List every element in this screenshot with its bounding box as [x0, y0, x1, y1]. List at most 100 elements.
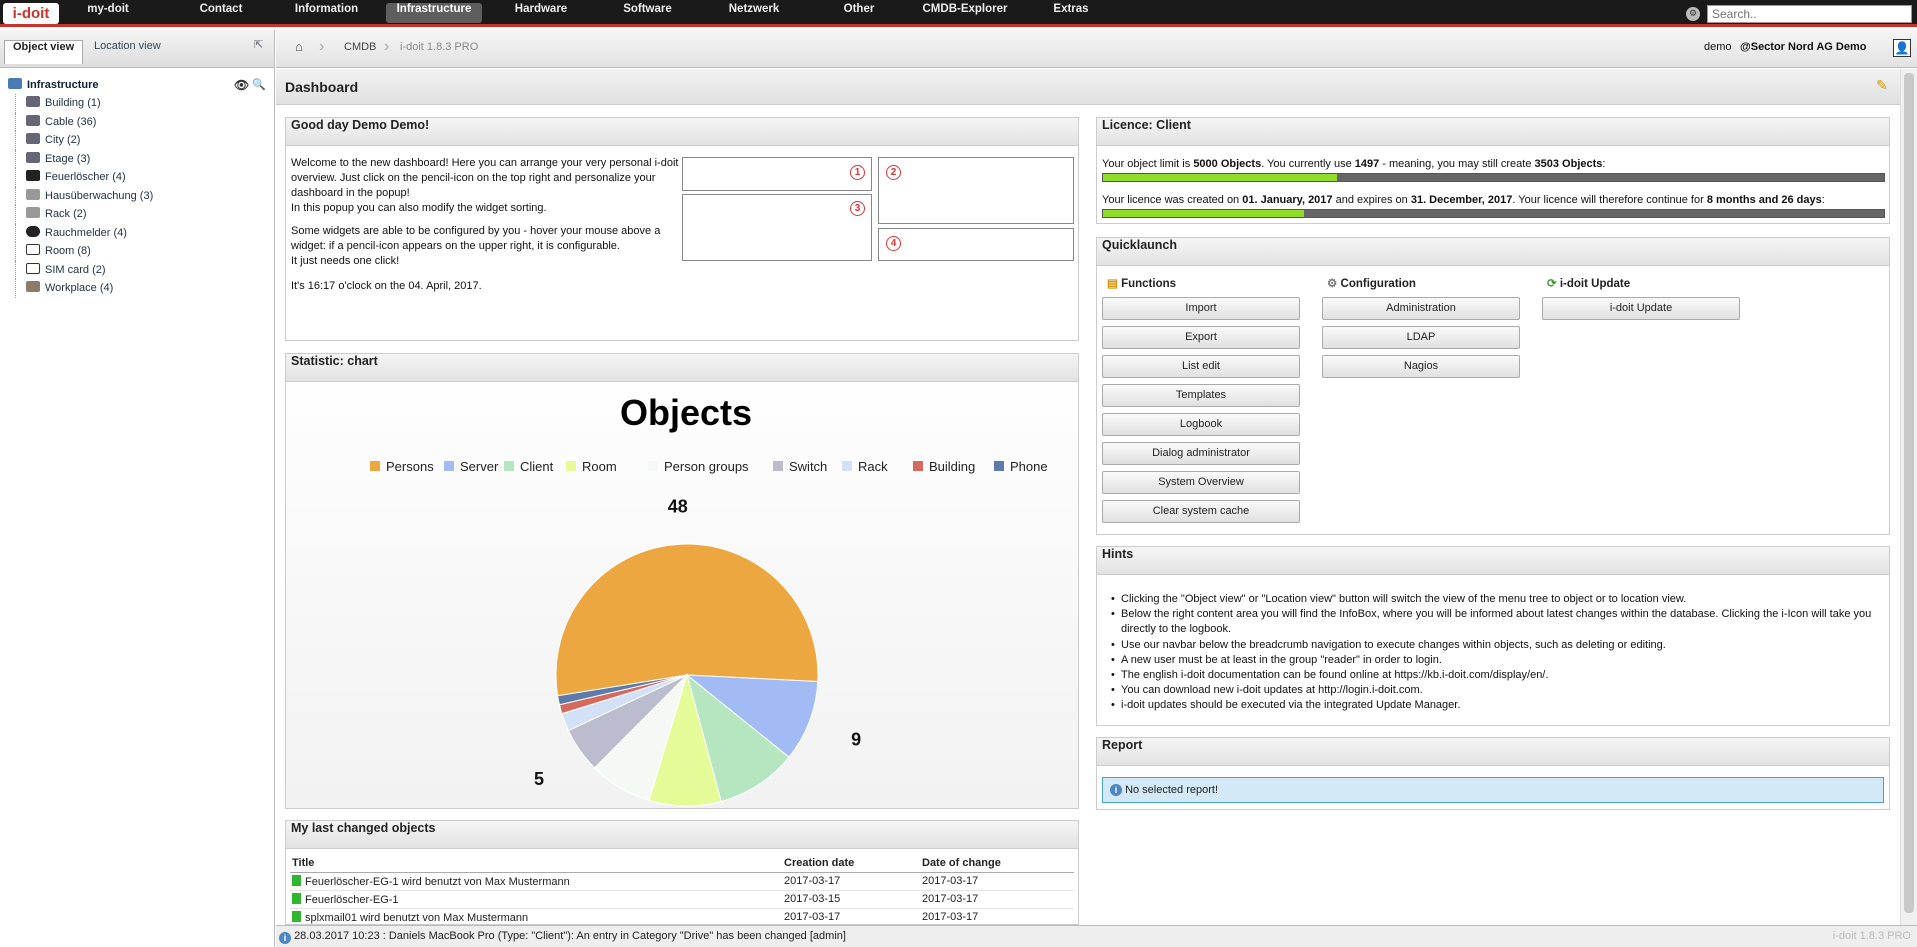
city-icon — [26, 133, 40, 144]
table-row[interactable]: splxmail01 wird benutzt von Max Musterma… — [290, 908, 1074, 924]
page-title: Dashboard — [285, 79, 359, 95]
administration-button[interactable]: Administration — [1322, 297, 1520, 320]
hints-widget: Hints Clicking the "Object view" or "Loc… — [1096, 546, 1890, 726]
nav-extras[interactable]: Extras — [1030, 3, 1112, 23]
breadcrumb-version: i-doit 1.8.3 PRO — [400, 41, 479, 53]
tree-item-building[interactable]: Building (1) — [8, 94, 274, 113]
nav-information[interactable]: Information — [284, 3, 369, 23]
layout-box-3: 3 — [682, 194, 872, 261]
list-edit-button[interactable]: List edit — [1102, 355, 1300, 378]
tree-item-sim-card[interactable]: SIM card (2) — [8, 260, 274, 280]
system-overview-button[interactable]: System Overview — [1102, 471, 1300, 494]
licence-limit-text: Your object limit is 5000 Objects. You c… — [1102, 158, 1606, 170]
status-square-icon — [292, 874, 301, 886]
hint-item: A new user must be at least in the group… — [1109, 653, 1879, 668]
edit-dashboard-pencil-icon[interactable]: ✎ — [1876, 79, 1890, 93]
data-label: 5 — [534, 769, 544, 789]
report-message: No selected report! — [1125, 784, 1218, 796]
vertical-scrollbar[interactable] — [1900, 69, 1917, 925]
logbook-info-icon[interactable]: i — [279, 932, 291, 944]
legend-item-client[interactable]: Client — [520, 459, 554, 474]
nav-software[interactable]: Software — [605, 3, 690, 23]
nav-my-doit[interactable]: my-doit — [68, 3, 148, 23]
layout-box-1: 1 — [682, 157, 872, 191]
hint-item: The english i-doit documentation can be … — [1109, 668, 1879, 683]
gear-icon: ⚙ — [1327, 278, 1338, 290]
nagios-button[interactable]: Nagios — [1322, 355, 1520, 378]
configuration-header: ⚙ Configuration — [1327, 278, 1416, 290]
tab-object-view[interactable]: Object view — [4, 40, 84, 64]
table-row[interactable]: Feuerlöscher-EG-1 2017-03-15 2017-03-17 — [290, 890, 1074, 909]
scrollbar-thumb[interactable] — [1904, 73, 1914, 913]
licence-period-text: Your licence was created on 01. January,… — [1102, 194, 1825, 206]
legend-swatch — [648, 461, 658, 471]
object-tree: Infrastructure 👁 🔍 Building (1) Cable (3… — [0, 68, 274, 298]
search-settings-icon[interactable]: ⚙ — [1686, 7, 1700, 21]
user-avatar-icon[interactable]: 👤 — [1893, 39, 1911, 57]
nav-hardware[interactable]: Hardware — [500, 3, 582, 23]
column-header-title[interactable]: Title — [290, 854, 782, 873]
tree-item-hausueberwachung[interactable]: Hausüberwachung (3) — [8, 186, 274, 206]
column-header-date-of-change[interactable]: Date of change — [920, 854, 1074, 873]
info-icon: i — [1110, 784, 1122, 796]
pie-slice-persons[interactable] — [555, 543, 819, 697]
nav-other[interactable]: Other — [818, 3, 900, 23]
legend-item-person-groups[interactable]: Person groups — [664, 459, 749, 474]
nav-cmdb-explorer[interactable]: CMDB-Explorer — [916, 3, 1014, 23]
eye-icon[interactable]: 👁 — [234, 76, 249, 94]
legend-item-phone[interactable]: Phone — [1010, 459, 1048, 474]
tree-item-rack[interactable]: Rack (2) — [8, 205, 274, 224]
breadcrumb-cmdb[interactable]: CMDB — [344, 41, 376, 53]
status-square-icon — [292, 892, 301, 904]
templates-button[interactable]: Templates — [1102, 384, 1300, 407]
current-user[interactable]: demo — [1704, 41, 1732, 53]
welcome-text: Some widgets are able to be configured b… — [291, 225, 661, 252]
date-time-text: It's 16:17 o'clock on the 04. April, 201… — [291, 280, 482, 292]
tree-item-workplace[interactable]: Workplace (4) — [8, 279, 274, 298]
object-usage-bar — [1102, 173, 1885, 182]
legend-item-server[interactable]: Server — [460, 459, 499, 474]
dialog-administrator-button[interactable]: Dialog administrator — [1102, 442, 1300, 465]
hint-item: Below the right content area you will fi… — [1109, 607, 1879, 637]
tree-item-cable[interactable]: Cable (36) — [8, 112, 274, 132]
nav-infrastructure[interactable]: Infrastructure — [386, 3, 482, 23]
idoit-update-button[interactable]: i-doit Update — [1542, 297, 1740, 320]
legend-item-persons[interactable]: Persons — [386, 459, 434, 474]
legend-item-switch[interactable]: Switch — [789, 459, 827, 474]
tree-root-infrastructure[interactable]: Infrastructure 👁 🔍 — [8, 76, 274, 94]
nav-netzwerk[interactable]: Netzwerk — [713, 3, 795, 23]
licence-widget: Licence: Client Your object limit is 500… — [1096, 117, 1890, 224]
tree-item-feuerloescher[interactable]: Feuerlöscher (4) — [8, 168, 274, 187]
legend-swatch — [842, 461, 852, 471]
export-button[interactable]: Export — [1102, 326, 1300, 349]
legend-item-room[interactable]: Room — [582, 459, 617, 474]
tree-item-etage[interactable]: Etage (3) — [8, 149, 274, 169]
rack-icon — [26, 207, 40, 218]
extinguisher-icon — [26, 170, 40, 181]
chart-title: Objects — [620, 392, 752, 433]
nav-contact[interactable]: Contact — [181, 3, 261, 23]
table-row[interactable]: Feuerlöscher-EG-1 wird benutzt von Max M… — [290, 872, 1074, 891]
tree-item-city[interactable]: City (2) — [8, 131, 274, 150]
hint-item: i-doit updates should be executed via th… — [1109, 698, 1879, 713]
popout-icon[interactable]: ⇱ — [254, 38, 263, 51]
import-button[interactable]: Import — [1102, 297, 1300, 320]
tree-item-room[interactable]: Room (8) — [8, 242, 274, 261]
clear-system-cache-button[interactable]: Clear system cache — [1102, 500, 1300, 523]
idoit-logo[interactable]: i-doit — [3, 3, 59, 24]
search-input[interactable] — [1707, 5, 1912, 23]
legend-item-building[interactable]: Building — [929, 459, 975, 474]
breadcrumb: ⌂ › CMDB › i-doit 1.8.3 PRO demo @Sector… — [276, 30, 1917, 68]
update-header: ⟳ i-doit Update — [1547, 278, 1631, 290]
tenant-name[interactable]: @Sector Nord AG Demo — [1740, 41, 1866, 53]
tree-item-rauchmelder[interactable]: Rauchmelder (4) — [8, 223, 274, 243]
magnifier-icon[interactable]: 🔍 — [252, 76, 266, 94]
workplace-icon — [26, 281, 40, 292]
ldap-button[interactable]: LDAP — [1322, 326, 1520, 349]
tab-location-view[interactable]: Location view — [86, 40, 169, 64]
home-icon[interactable]: ⌂ — [295, 39, 303, 54]
widget-title: Statistic: chart — [286, 354, 1078, 382]
column-header-creation-date[interactable]: Creation date — [782, 854, 920, 873]
logbook-button[interactable]: Logbook — [1102, 413, 1300, 436]
legend-item-rack[interactable]: Rack — [858, 459, 888, 474]
